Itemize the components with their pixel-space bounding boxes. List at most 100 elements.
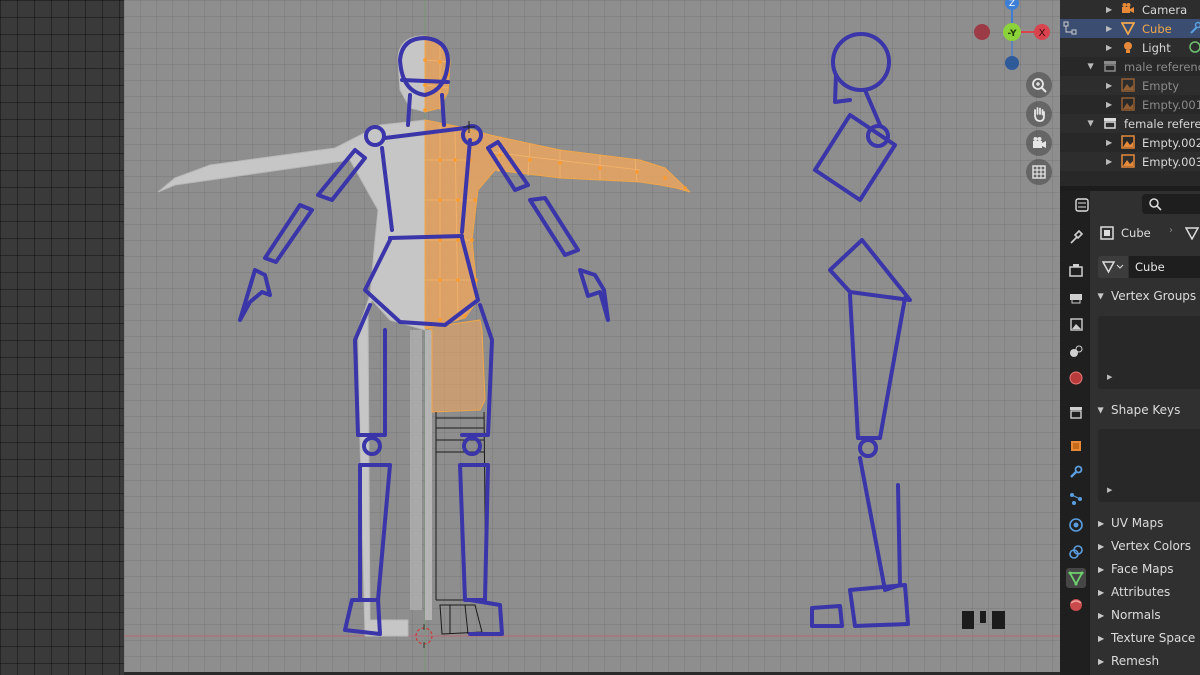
expand-arrow-icon[interactable]: ▶ <box>1106 157 1112 166</box>
mesh-data-icon <box>1068 571 1084 586</box>
panel-title: Texture Space <box>1111 631 1196 645</box>
mesh-datablock-selector[interactable]: Cube <box>1098 256 1200 278</box>
3d-viewport[interactable]: Z -Y X <box>124 0 1060 672</box>
panel-expand-arrow-icon: ▶ <box>1098 541 1105 551</box>
gizmo-neg-z-axis <box>1005 56 1019 70</box>
tab-constraints[interactable] <box>1066 542 1086 562</box>
expand-arrow-icon[interactable]: ▶ <box>1106 43 1112 52</box>
mesh-name-field[interactable]: Cube <box>1129 256 1200 278</box>
outliner-row-male-reference[interactable]: ▶ male reference <box>1060 57 1200 76</box>
outliner-row-female-reference[interactable]: ▶ female reference <box>1060 114 1200 133</box>
collapse-arrow-icon[interactable]: ▶ <box>1087 63 1096 69</box>
outliner-row-empty-001[interactable]: ▶ Empty.001 <box>1060 95 1200 114</box>
light-data-icon <box>1189 41 1200 53</box>
panel-header-remesh[interactable]: ▶ Remesh <box>1090 651 1200 671</box>
tab-render[interactable] <box>1066 260 1086 280</box>
image-stack-icon <box>1070 318 1083 331</box>
wrench-icon <box>1070 465 1083 478</box>
list-expand-arrow-icon[interactable]: ▶ <box>1107 486 1112 494</box>
outliner-label: male reference <box>1124 59 1200 74</box>
tab-object[interactable] <box>1066 436 1086 456</box>
tool-icon <box>1070 229 1084 244</box>
outliner-label: Camera <box>1142 2 1188 17</box>
list-expand-arrow-icon[interactable]: ▶ <box>1107 373 1112 381</box>
outliner-row-camera[interactable]: ▶ Camera <box>1060 0 1200 19</box>
tab-material[interactable] <box>1066 595 1086 615</box>
navigation-gizmo[interactable]: Z -Y X <box>970 0 1054 76</box>
collapse-arrow-icon[interactable]: ▶ <box>1087 120 1096 126</box>
tab-tool[interactable] <box>1066 227 1086 247</box>
tab-scene[interactable] <box>1066 341 1086 361</box>
gizmo-z-label: Z <box>1009 0 1015 9</box>
outliner-label: Light <box>1142 40 1171 55</box>
tab-modifiers[interactable] <box>1066 462 1086 482</box>
panel-header-normals[interactable]: ▶ Normals <box>1090 605 1200 625</box>
properties-search-field[interactable] <box>1142 194 1200 214</box>
properties-body: Cube › Cube ▶ Vertex Groups ▶ ▶ Shape Ke… <box>1090 217 1200 675</box>
panel-header-vertex-groups[interactable]: ▶ Vertex Groups <box>1090 286 1200 306</box>
panel-header-vertex-colors[interactable]: ▶ Vertex Colors <box>1090 536 1200 556</box>
expand-arrow-icon[interactable]: ▶ <box>1106 100 1112 109</box>
panel-header-texture-space[interactable]: ▶ Texture Space <box>1090 628 1200 648</box>
outliner-row-light[interactable]: ▶ Light <box>1060 38 1200 57</box>
world-icon <box>1069 371 1083 385</box>
tab-view-layer[interactable] <box>1066 314 1086 334</box>
outliner-row-empty-003[interactable]: ▶ Empty.003 <box>1060 152 1200 171</box>
shape-keys-list[interactable]: ▶ <box>1098 429 1200 502</box>
panel-collapse-arrow-icon: ▶ <box>1096 406 1106 414</box>
scene-icon <box>1070 345 1083 357</box>
panel-expand-arrow-icon: ▶ <box>1098 587 1105 597</box>
collection-icon <box>1104 118 1116 129</box>
material-icon <box>1070 599 1082 611</box>
outliner-label: Empty <box>1142 78 1180 93</box>
side-reference-sketch <box>810 32 912 628</box>
panel-header-attributes[interactable]: ▶ Attributes <box>1090 582 1200 602</box>
camera-view-button[interactable] <box>1026 130 1052 156</box>
tab-collection[interactable] <box>1066 402 1086 422</box>
panel-header-shape-keys[interactable]: ▶ Shape Keys <box>1090 400 1200 420</box>
mesh-name-value: Cube <box>1135 260 1165 274</box>
outliner-row-empty-002[interactable]: ▶ Empty.002 <box>1060 133 1200 152</box>
panel-header-uv-maps[interactable]: ▶ UV Maps <box>1090 513 1200 533</box>
outliner-label: Empty.003 <box>1142 154 1200 169</box>
viewport-logo-marks <box>962 611 1005 629</box>
panel-expand-arrow-icon: ▶ <box>1098 633 1105 643</box>
expand-arrow-icon[interactable]: ▶ <box>1106 24 1112 33</box>
panel-title: Remesh <box>1111 654 1160 668</box>
ortho-toggle-button[interactable] <box>1026 159 1052 185</box>
panel-expand-arrow-icon: ▶ <box>1098 656 1105 666</box>
printer-icon <box>1070 294 1082 304</box>
outliner-row-cube[interactable]: ▶ Cube <box>1060 19 1200 38</box>
tab-output[interactable] <box>1066 287 1086 307</box>
object-icon <box>1071 441 1081 451</box>
viewport-scene[interactable] <box>124 0 1060 672</box>
tab-particles[interactable] <box>1066 489 1086 509</box>
particles-icon <box>1070 493 1082 505</box>
panel-collapse-arrow-icon: ▶ <box>1096 292 1106 300</box>
gizmo-y-label: -Y <box>1008 29 1017 39</box>
outliner-label: female reference <box>1124 116 1200 131</box>
mesh-data-icon <box>1184 227 1200 240</box>
tab-mesh-data[interactable] <box>1066 568 1086 588</box>
zoom-button[interactable] <box>1026 72 1052 98</box>
panel-header-face-maps[interactable]: ▶ Face Maps <box>1090 559 1200 579</box>
outliner-panel[interactable]: ▶ Camera ▶ Cube ▶ Light ▶ male reference… <box>1060 0 1200 186</box>
pan-button[interactable] <box>1026 101 1052 127</box>
tab-physics[interactable] <box>1066 515 1086 535</box>
expand-arrow-icon[interactable]: ▶ <box>1106 138 1112 147</box>
left-editor-area <box>0 0 124 675</box>
tab-world[interactable] <box>1066 368 1086 388</box>
mesh-leg-shade <box>425 330 432 620</box>
gizmo-neg-x-axis <box>974 24 990 40</box>
breadcrumb-separator-icon: › <box>1169 225 1173 236</box>
panel-title: Normals <box>1111 608 1161 622</box>
datablock-browse-button[interactable] <box>1098 256 1128 278</box>
expand-arrow-icon[interactable]: ▶ <box>1106 5 1112 14</box>
outliner-row-empty[interactable]: ▶ Empty <box>1060 76 1200 95</box>
expand-arrow-icon[interactable]: ▶ <box>1106 81 1112 90</box>
image-empty-icon <box>1121 97 1135 111</box>
object-icon <box>1100 226 1114 240</box>
vertex-groups-list[interactable]: ▶ <box>1098 316 1200 389</box>
image-empty-icon <box>1121 78 1135 92</box>
collection-icon <box>1104 61 1116 72</box>
